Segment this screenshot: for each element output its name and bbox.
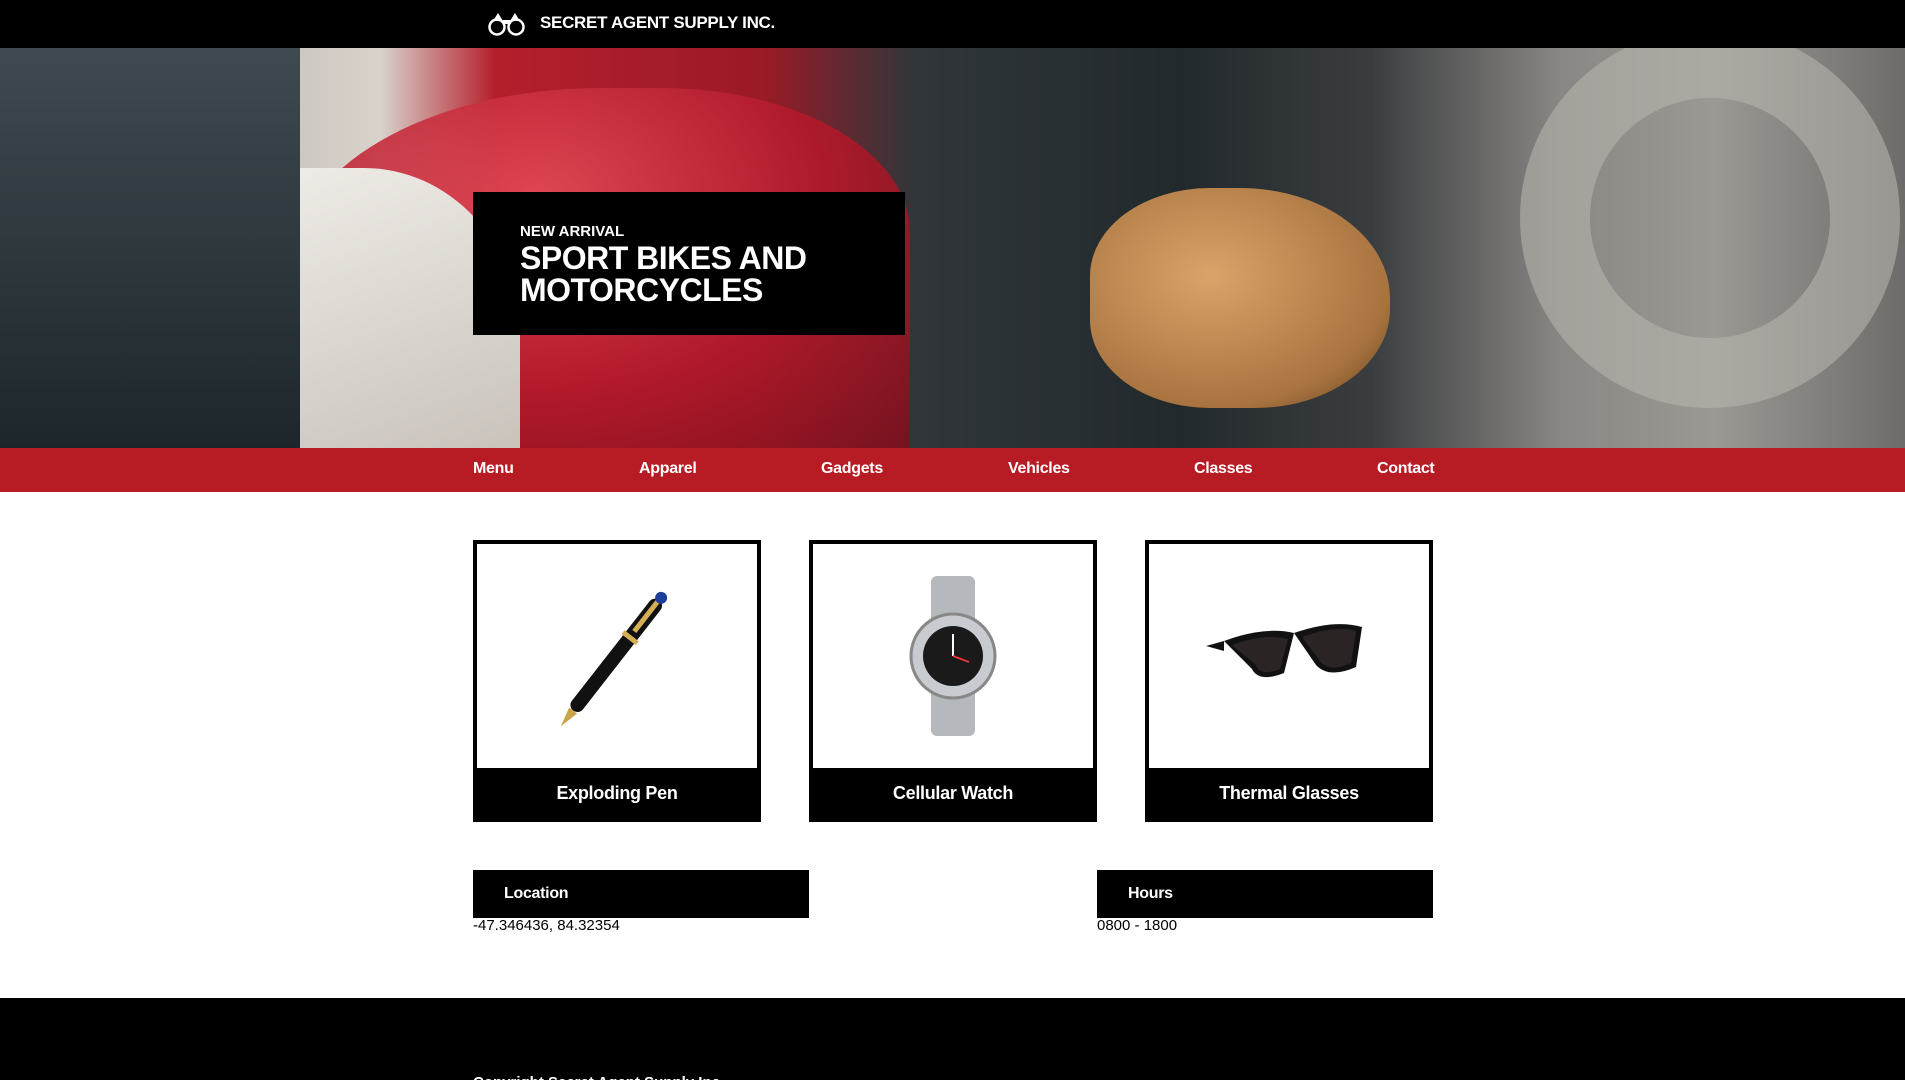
product-card-watch[interactable]: Cellular Watch [809, 540, 1097, 822]
hero-banner [0, 48, 1905, 448]
nav-contact[interactable]: Contact [1377, 460, 1435, 478]
nav-menu[interactable]: Menu [473, 460, 514, 478]
footer: Copyright Secret Agent Supply Inc. [0, 998, 1905, 1091]
brand-name[interactable]: SECRET AGENT SUPPLY INC. [540, 13, 775, 33]
location-value: -47.346436, 84.32354 [473, 917, 620, 934]
product-name: Thermal Glasses [1149, 768, 1429, 818]
hero-image-glove [1090, 188, 1390, 408]
nav-apparel[interactable]: Apparel [639, 460, 697, 478]
top-bar: SECRET AGENT SUPPLY INC. [0, 0, 1905, 48]
product-name: Cellular Watch [813, 768, 1093, 818]
pen-image [477, 544, 757, 768]
nav-vehicles[interactable]: Vehicles [1008, 460, 1070, 478]
copyright-text: Copyright Secret Agent Supply Inc. [473, 1074, 725, 1091]
hours-value: 0800 - 1800 [1097, 917, 1178, 934]
hero-image-wheel [1520, 48, 1900, 408]
hero-title: SPORT BIKES AND MOTORCYCLES [520, 240, 807, 308]
watch-image [813, 544, 1093, 768]
nav-gadgets[interactable]: Gadgets [821, 460, 883, 478]
hero-image-sleeve [0, 48, 300, 448]
glasses-image [1149, 544, 1429, 768]
location-header: Location [473, 870, 809, 918]
product-card-glasses[interactable]: Thermal Glasses [1145, 540, 1433, 822]
product-card-pen[interactable]: Exploding Pen [473, 540, 761, 822]
product-name: Exploding Pen [477, 768, 757, 818]
main-nav: Menu Apparel Gadgets Vehicles Classes Co… [0, 448, 1905, 492]
hero-kicker: NEW ARRIVAL [520, 223, 625, 240]
nav-classes[interactable]: Classes [1194, 460, 1253, 478]
binoculars-icon[interactable] [488, 11, 526, 37]
hours-header: Hours [1097, 870, 1433, 918]
hero-callout[interactable]: NEW ARRIVAL SPORT BIKES AND MOTORCYCLES [473, 192, 905, 335]
